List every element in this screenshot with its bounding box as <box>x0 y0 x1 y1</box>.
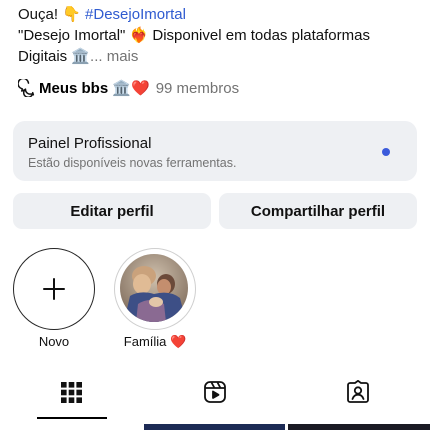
active-tab-indicator <box>37 417 107 419</box>
share-profile-button[interactable]: Compartilhar perfil <box>219 193 417 229</box>
notification-dot <box>382 148 390 156</box>
highlight-ring <box>114 248 196 330</box>
bio-text: Ouça! 👇 <box>18 6 86 23</box>
highlight-cover-photo <box>120 254 188 322</box>
post-thumbnail[interactable] <box>288 424 430 430</box>
plus-icon <box>43 278 65 300</box>
reels-icon <box>203 381 226 403</box>
more-link[interactable]: ... mais <box>90 48 138 65</box>
post-thumbnail[interactable] <box>0 424 141 430</box>
panel-subtitle: Estão disponíveis novas ferramentas. <box>28 156 237 170</box>
professional-dashboard-panel[interactable]: Painel Profissional Estão disponíveis no… <box>13 121 417 181</box>
profile-content-tabs <box>0 366 430 419</box>
highlight-label: Novo <box>38 334 70 349</box>
post-thumbnail[interactable] <box>144 424 285 430</box>
bio-line-1: Ouça! 👇 #DesejoImortal <box>18 4 418 25</box>
tagged-person-icon <box>346 380 369 403</box>
community-channel-link[interactable]: Meus bbs 🏛️❤️ 99 membros <box>18 79 239 97</box>
grid-icon <box>61 381 82 403</box>
community-members: 99 membros <box>155 79 240 97</box>
edit-profile-button[interactable]: Editar perfil <box>13 193 211 229</box>
tab-tagged[interactable] <box>286 366 429 418</box>
hashtag-link[interactable]: #DesejoImortal <box>85 6 186 23</box>
profile-bio: Ouça! 👇 #DesejoImortal "Desejo Imortal" … <box>18 4 418 67</box>
bio-text: Digitais 🏛️ <box>18 48 91 65</box>
chat-bubbles-icon <box>18 79 35 97</box>
highlight-familia[interactable]: Família ❤️ <box>113 248 197 349</box>
tab-reels[interactable] <box>143 366 286 418</box>
community-name: Meus bbs 🏛️❤️ <box>39 80 150 97</box>
highlight-label: Família ❤️ <box>123 334 187 349</box>
bio-line-2: "Desejo Imortal" ❤️‍🔥 Disponivel em toda… <box>18 27 370 44</box>
bio-line-3: Digitais 🏛️... mais <box>18 46 418 67</box>
highlight-new[interactable]: Novo <box>12 248 96 349</box>
tab-posts-grid[interactable] <box>0 366 143 418</box>
highlight-new-ring <box>13 248 95 330</box>
panel-title: Painel Profissional <box>28 135 152 152</box>
